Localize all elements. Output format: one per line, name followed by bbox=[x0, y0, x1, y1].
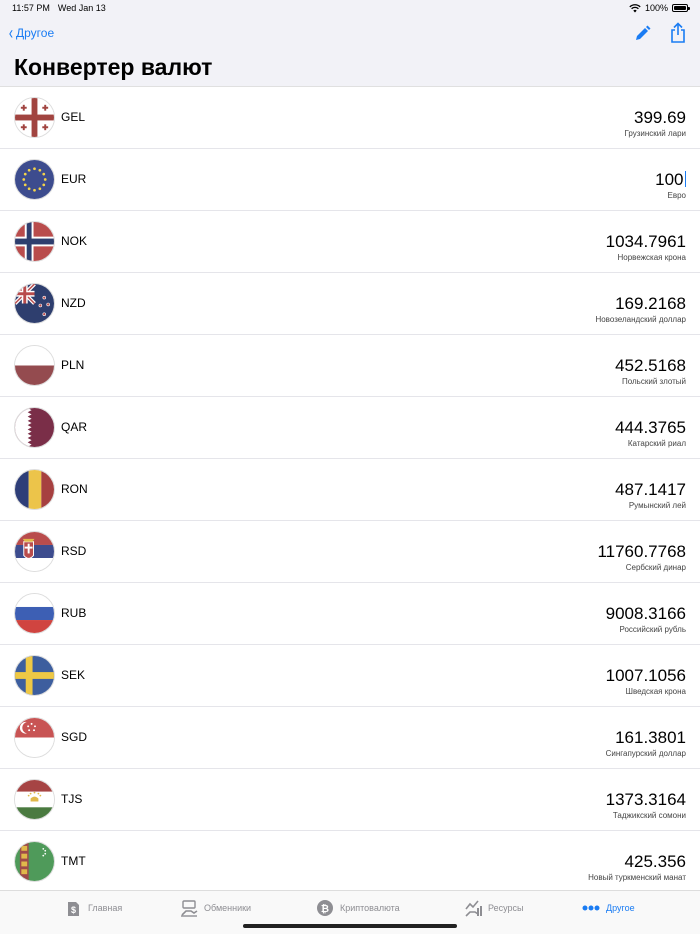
chevron-left-icon: ‹ bbox=[8, 23, 14, 43]
bitcoin-icon: ₿ bbox=[317, 900, 333, 916]
currency-code: PLN bbox=[61, 358, 85, 372]
qatar-flag-icon bbox=[14, 407, 55, 448]
currency-name: Новозеландский доллар bbox=[595, 315, 686, 324]
tab-label: Криптовалюта bbox=[340, 903, 400, 913]
exchange-hand-icon bbox=[181, 900, 198, 917]
tajikistan-flag-icon bbox=[14, 779, 55, 820]
page-title: Конвертер валют bbox=[14, 54, 213, 80]
pencil-icon[interactable] bbox=[632, 24, 652, 44]
serbia-flag-icon bbox=[14, 531, 55, 572]
tab-exchange-hand[interactable]: Обменники bbox=[180, 899, 251, 917]
svg-text:$: $ bbox=[71, 905, 76, 915]
currency-row-gel[interactable]: GEL 399.69 Грузинский лари bbox=[0, 87, 700, 149]
currency-row-sgd[interactable]: SGD 161.3801 Сингапурский доллар bbox=[0, 707, 700, 769]
currency-row-ron[interactable]: RON 487.1417 Румынский лей bbox=[0, 459, 700, 521]
currency-code: EUR bbox=[61, 172, 87, 186]
currency-name: Сербский динар bbox=[625, 563, 686, 572]
currency-row-pln[interactable]: PLN 452.5168 Польский злотый bbox=[0, 335, 700, 397]
tab-bitcoin[interactable]: ₿ Криптовалюта bbox=[316, 899, 400, 917]
currency-amount-field[interactable]: 452.5168 bbox=[615, 356, 686, 376]
svg-text:₿: ₿ bbox=[321, 903, 329, 915]
currency-row-rsd[interactable]: RSD 11760.7768 Сербский динар bbox=[0, 521, 700, 583]
currency-row-tmt[interactable]: TMT 425.356 Новый туркменский манат bbox=[0, 831, 700, 890]
currency-amount-field[interactable]: 487.1417 bbox=[615, 480, 686, 500]
currency-code: RUB bbox=[61, 606, 87, 620]
currency-code: RON bbox=[61, 482, 88, 496]
currency-name: Катарский риал bbox=[627, 439, 686, 448]
currency-amount-field[interactable]: 11760.7768 bbox=[597, 542, 686, 562]
currency-name: Новый туркменский манат bbox=[588, 873, 686, 882]
currency-code: SGD bbox=[61, 730, 88, 744]
currency-name: Шведская крона bbox=[625, 687, 686, 696]
sweden-flag-icon bbox=[14, 655, 55, 696]
currency-name: Таджикский сомони bbox=[612, 811, 686, 820]
currency-code: TJS bbox=[61, 792, 83, 806]
currency-row-tjs[interactable]: TJS 1373.3164 Таджикский сомони bbox=[0, 769, 700, 831]
back-label: Другое bbox=[16, 26, 55, 40]
status-date: Wed Jan 13 bbox=[57, 3, 106, 13]
home-indicator bbox=[243, 924, 457, 928]
tab-label: Ресурсы bbox=[488, 903, 524, 913]
currency-name: Российский рубль bbox=[619, 625, 686, 634]
currency-code: NZD bbox=[61, 296, 86, 310]
currency-name: Грузинский лари bbox=[624, 129, 687, 138]
tab-label: Другое bbox=[606, 903, 635, 913]
currency-amount-field[interactable]: 9008.3166 bbox=[606, 604, 686, 624]
currency-amount-field[interactable]: 1034.7961 bbox=[606, 232, 686, 252]
tab-label: Обменники bbox=[204, 903, 252, 913]
currency-name: Норвежская крона bbox=[617, 253, 687, 262]
dollar-doc-icon: $ bbox=[68, 902, 79, 916]
currency-amount-field[interactable]: 425.356 bbox=[625, 852, 686, 872]
currency-code: RSD bbox=[61, 544, 87, 558]
currency-amount-field[interactable]: 169.2168 bbox=[615, 294, 686, 314]
currency-amount-field[interactable]: 161.3801 bbox=[615, 728, 686, 748]
romania-flag-icon bbox=[14, 469, 55, 510]
currency-code: GEL bbox=[61, 110, 86, 124]
tab-chart-hand[interactable]: Ресурсы bbox=[464, 899, 524, 917]
new-zealand-flag-icon bbox=[14, 283, 55, 324]
turkmenistan-flag-icon bbox=[14, 841, 55, 882]
currency-name: Сингапурский доллар bbox=[605, 749, 686, 758]
poland-flag-icon bbox=[14, 345, 55, 386]
currency-row-nzd[interactable]: NZD 169.2168 Новозеландский доллар bbox=[0, 273, 700, 335]
currency-code: QAR bbox=[61, 420, 88, 434]
currency-code: TMT bbox=[61, 854, 86, 868]
currency-name: Румынский лей bbox=[628, 501, 686, 510]
share-icon[interactable] bbox=[668, 22, 688, 44]
currency-list[interactable]: GEL 399.69 Грузинский лари EUR 100 Евро NOK 103… bbox=[0, 86, 700, 890]
currency-amount-field[interactable]: 1007.1056 bbox=[606, 666, 686, 686]
currency-row-rub[interactable]: RUB 9008.3166 Российский рубль bbox=[0, 583, 700, 645]
norway-flag-icon bbox=[14, 221, 55, 262]
navigation-bar: ‹ Другое Конвертер валют bbox=[0, 16, 700, 86]
back-button[interactable]: ‹ Другое bbox=[8, 23, 55, 43]
battery-icon bbox=[672, 4, 690, 12]
currency-code: NOK bbox=[61, 234, 88, 248]
currency-row-eur[interactable]: EUR 100 Евро bbox=[0, 149, 700, 211]
tab-label: Главная bbox=[88, 903, 123, 913]
russia-flag-icon bbox=[14, 593, 55, 634]
currency-row-nok[interactable]: NOK 1034.7961 Норвежская крона bbox=[0, 211, 700, 273]
currency-name: Польский злотый bbox=[621, 377, 686, 386]
battery-percent: 100% bbox=[644, 3, 668, 13]
tab-dollar-doc[interactable]: $ Главная bbox=[64, 899, 122, 917]
singapore-flag-icon bbox=[14, 717, 55, 758]
currency-amount-field[interactable]: 100 bbox=[655, 170, 686, 190]
tab-more-dots[interactable]: Другое bbox=[582, 899, 635, 917]
status-time: 11:57 PM bbox=[12, 3, 50, 13]
status-bar: 11:57 PM Wed Jan 13 100% bbox=[0, 0, 700, 16]
eu-flag-icon bbox=[14, 159, 55, 200]
more-dots-icon bbox=[582, 905, 600, 911]
georgia-flag-icon bbox=[14, 97, 55, 138]
currency-amount-field[interactable]: 444.3765 bbox=[615, 418, 686, 438]
currency-name: Евро bbox=[667, 191, 686, 200]
currency-code: SEK bbox=[61, 668, 86, 682]
chart-hand-icon bbox=[465, 900, 482, 917]
currency-row-qar[interactable]: QAR 444.3765 Катарский риал bbox=[0, 397, 700, 459]
currency-row-sek[interactable]: SEK 1007.1056 Шведская крона bbox=[0, 645, 700, 707]
wifi-icon bbox=[629, 3, 641, 12]
currency-amount-field[interactable]: 1373.3164 bbox=[606, 790, 686, 810]
currency-amount-field[interactable]: 399.69 bbox=[634, 108, 686, 128]
